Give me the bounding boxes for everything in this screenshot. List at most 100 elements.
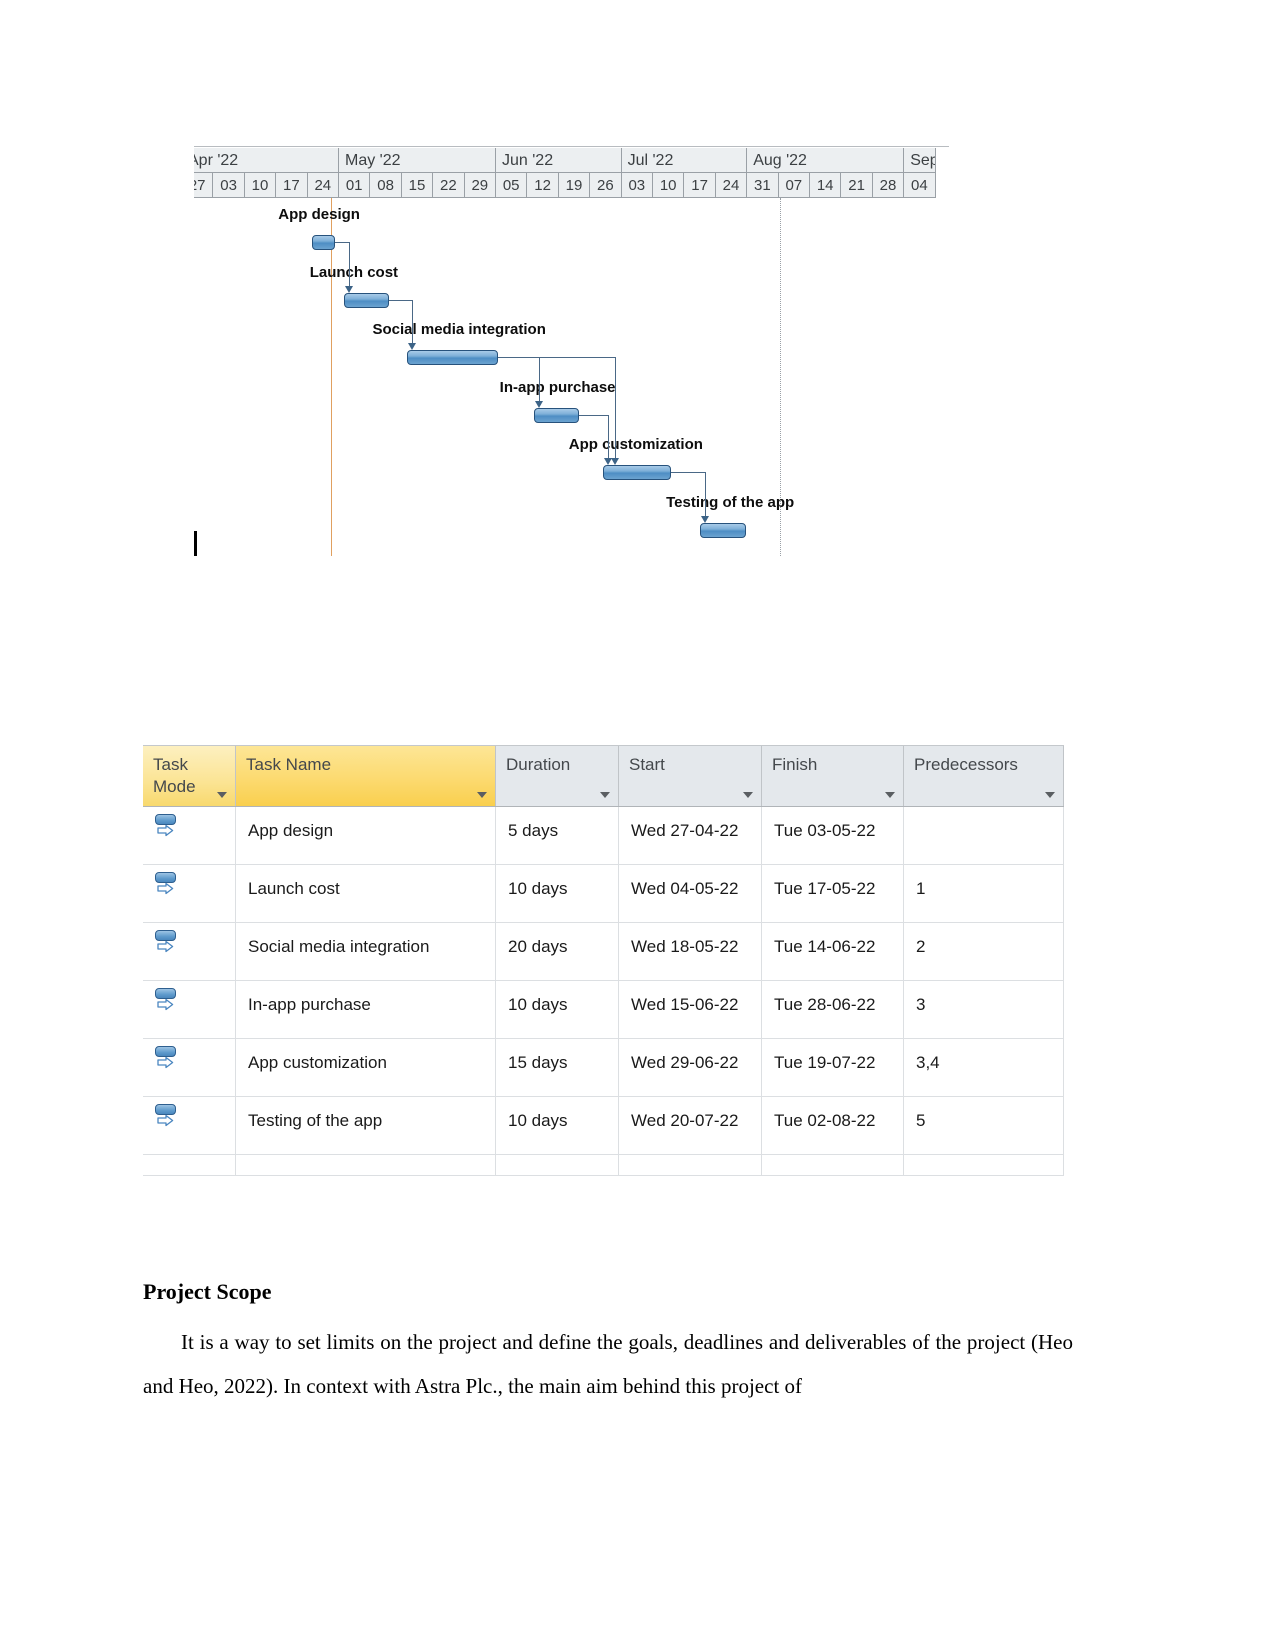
cell-name[interactable]: Launch cost (236, 865, 496, 922)
chevron-down-icon[interactable] (600, 792, 610, 798)
manually-scheduled-icon[interactable] (152, 1045, 178, 1075)
cell-mode[interactable] (143, 865, 236, 922)
gantt-link-segment (538, 357, 540, 402)
cell-start[interactable]: Wed 15-06-22 (619, 981, 762, 1038)
gantt-timeline-header: Apr '22May '22Jun '22Jul '22Aug '22Sep 2… (194, 146, 949, 198)
timeline-month-1: May '22 (339, 148, 496, 173)
table-row[interactable]: Social media integration 20 days Wed 18-05… (143, 923, 1064, 981)
cell-duration[interactable]: 10 days (496, 981, 619, 1038)
timeline-week-14: 03 (621, 173, 653, 198)
cell-duration[interactable]: 20 days (496, 923, 619, 980)
cell-duration[interactable]: 10 days (496, 865, 619, 922)
manually-scheduled-icon[interactable] (152, 1103, 178, 1133)
cell-name[interactable]: Testing of the app (236, 1097, 496, 1154)
timeline-week-8: 22 (433, 173, 465, 198)
gantt-link-segment (334, 242, 349, 243)
column-header-finish[interactable]: Finish (762, 746, 904, 806)
cell-finish[interactable]: Tue 14-06-22 (762, 923, 904, 980)
cell-start[interactable]: Wed 20-07-22 (619, 1097, 762, 1154)
cell-start[interactable]: Wed 27-04-22 (619, 807, 762, 864)
cell-empty[interactable] (762, 1155, 904, 1175)
cell-start[interactable]: Wed 04-05-22 (619, 865, 762, 922)
chevron-down-icon[interactable] (1045, 792, 1055, 798)
cell-empty[interactable] (619, 1155, 762, 1175)
timeline-week-11: 12 (527, 173, 559, 198)
cell-name[interactable]: Social media integration (236, 923, 496, 980)
table-row[interactable]: App customization 15 days Wed 29-06-22 Tue … (143, 1039, 1064, 1097)
gantt-link-arrow (610, 458, 619, 465)
gantt-bar-label-4: App customization (568, 436, 703, 453)
column-header-predecessors[interactable]: Predecessors (904, 746, 1064, 806)
gantt-link-segment (411, 299, 413, 344)
cell-start[interactable]: Wed 29-06-22 (619, 1039, 762, 1096)
cell-finish[interactable]: Tue 02-08-22 (762, 1097, 904, 1154)
cell-finish[interactable]: Tue 28-06-22 (762, 981, 904, 1038)
column-header-duration[interactable]: Duration (496, 746, 619, 806)
cell-duration[interactable]: 10 days (496, 1097, 619, 1154)
gantt-bar-5[interactable] (700, 522, 746, 538)
page-heading: Project Scope (143, 1279, 272, 1304)
manually-scheduled-icon[interactable] (152, 929, 178, 959)
table-row[interactable]: Launch cost 10 days Wed 04-05-22 Tue 17-05-… (143, 865, 1064, 923)
cell-name[interactable]: In-app purchase (236, 981, 496, 1038)
timeline-month-5: Sep (904, 148, 936, 173)
cell-predecessors[interactable]: 3,4 (904, 1039, 1064, 1096)
cell-mode[interactable] (143, 807, 236, 864)
timeline-week-23: 04 (904, 173, 936, 198)
chevron-down-icon[interactable] (217, 792, 227, 798)
column-header-mode[interactable]: Task Mode (143, 746, 236, 806)
cell-finish[interactable]: Tue 19-07-22 (762, 1039, 904, 1096)
cell-predecessors[interactable]: 5 (904, 1097, 1064, 1154)
gantt-link-segment (614, 357, 616, 459)
body-paragraph: It is a way to set limits on the project… (143, 1330, 1073, 1398)
cell-predecessors[interactable]: 1 (904, 865, 1064, 922)
timeline-month-4: Aug '22 (747, 148, 905, 173)
cell-empty[interactable] (236, 1155, 496, 1175)
timeline-week-12: 19 (558, 173, 591, 198)
chevron-down-icon[interactable] (743, 792, 753, 798)
gantt-day-tier: 2703101724010815222905121926031017243107… (194, 173, 949, 198)
gantt-bar-2[interactable] (406, 350, 498, 365)
table-row[interactable]: Testing of the app 10 days Wed 20-07-22 Tue… (143, 1097, 1064, 1155)
cell-mode[interactable] (143, 981, 236, 1038)
timeline-week-21: 21 (841, 173, 873, 198)
manually-scheduled-icon[interactable] (152, 871, 178, 901)
gantt-bar-0[interactable] (312, 235, 335, 250)
cell-mode[interactable] (143, 923, 236, 980)
timeline-week-13: 26 (590, 173, 622, 198)
cell-duration[interactable]: 15 days (496, 1039, 619, 1096)
table-row[interactable]: In-app purchase 10 days Wed 15-06-22 Tue 28… (143, 981, 1064, 1039)
gantt-bar-4[interactable] (602, 465, 672, 480)
gantt-bar-3[interactable] (533, 407, 580, 423)
cell-predecessors[interactable]: 2 (904, 923, 1064, 980)
gantt-link-segment (671, 472, 706, 473)
cell-finish[interactable]: Tue 17-05-22 (762, 865, 904, 922)
manually-scheduled-icon[interactable] (152, 813, 178, 843)
cell-mode[interactable] (143, 1039, 236, 1096)
timeline-week-9: 29 (464, 173, 496, 198)
chevron-down-icon[interactable] (885, 792, 895, 798)
cell-predecessors[interactable] (904, 807, 1064, 864)
manually-scheduled-icon[interactable] (152, 987, 178, 1017)
cell-name[interactable]: App design (236, 807, 496, 864)
gantt-link-arrow (344, 285, 353, 293)
column-header-name[interactable]: Task Name (236, 746, 496, 806)
column-header-start[interactable]: Start (619, 746, 762, 806)
cell-name[interactable]: App customization (236, 1039, 496, 1096)
cell-empty[interactable] (496, 1155, 619, 1175)
chevron-down-icon[interactable] (477, 792, 487, 798)
cell-empty[interactable] (904, 1155, 1064, 1175)
gantt-bar-label-1: Launch cost (309, 263, 399, 281)
timeline-week-1: 03 (213, 173, 245, 198)
cell-start[interactable]: Wed 18-05-22 (619, 923, 762, 980)
cell-duration[interactable]: 5 days (496, 807, 619, 864)
table-row[interactable]: App design 5 days Wed 27-04-22 Tue 03-05-22 (143, 807, 1064, 865)
column-header-label: Duration (506, 755, 571, 774)
cell-finish[interactable]: Tue 03-05-22 (762, 807, 904, 864)
cell-mode[interactable] (143, 1097, 236, 1154)
cell-empty[interactable] (143, 1155, 236, 1175)
gantt-bar-1[interactable] (343, 292, 390, 308)
cell-predecessors[interactable]: 3 (904, 981, 1064, 1038)
timeline-week-16: 17 (684, 173, 716, 198)
gantt-link-segment (389, 299, 412, 301)
